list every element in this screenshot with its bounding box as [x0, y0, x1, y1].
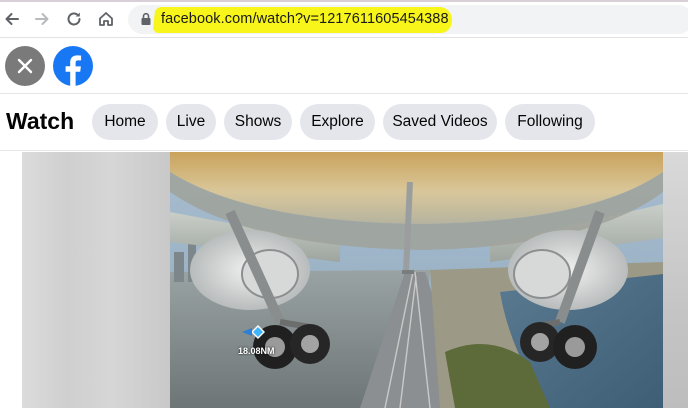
- home-icon: [99, 12, 113, 26]
- video-blur-backdrop-left: [22, 152, 172, 408]
- facebook-header: [0, 38, 688, 94]
- home-button[interactable]: [94, 7, 118, 31]
- video-player[interactable]: [170, 152, 663, 408]
- back-button[interactable]: [0, 7, 24, 31]
- forward-button[interactable]: [30, 7, 54, 31]
- video-region: 18.08NM: [0, 152, 688, 408]
- reload-button[interactable]: [62, 7, 86, 31]
- browser-toolbar: facebook.com/watch?v=1217611605454388: [0, 0, 688, 38]
- page-title: Watch: [6, 108, 75, 134]
- back-icon: [5, 13, 19, 25]
- tab-home[interactable]: Home: [92, 104, 158, 140]
- watch-nav: Watch Home Live Shows Explore Saved Vide…: [0, 95, 688, 151]
- tab-shows[interactable]: Shows: [224, 104, 292, 140]
- close-button[interactable]: [5, 46, 45, 86]
- tab-explore[interactable]: Explore: [300, 104, 375, 140]
- tab-saved-videos[interactable]: Saved Videos: [383, 104, 497, 140]
- url-text[interactable]: facebook.com/watch?v=1217611605454388: [161, 11, 449, 27]
- window-top-edge: [0, 0, 688, 2]
- lock-icon: [141, 12, 151, 25]
- video-blur-backdrop-right: [663, 152, 688, 408]
- close-icon: [17, 58, 33, 74]
- facebook-logo[interactable]: [53, 46, 93, 86]
- address-bar[interactable]: facebook.com/watch?v=1217611605454388: [128, 5, 688, 34]
- tab-following[interactable]: Following: [505, 104, 595, 140]
- forward-icon: [35, 13, 49, 25]
- reload-icon: [67, 12, 81, 26]
- tab-live[interactable]: Live: [166, 104, 216, 140]
- waypoint-distance-label: 18.08NM: [238, 346, 275, 356]
